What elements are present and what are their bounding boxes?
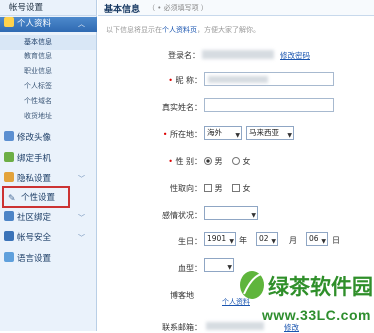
orientation-male-option[interactable]: 男 — [204, 183, 223, 194]
gender-male-text: 男 — [214, 157, 223, 166]
contact-email-value — [206, 322, 264, 330]
language-icon — [4, 252, 14, 262]
privacy-icon — [4, 172, 14, 182]
checkbox-icon[interactable] — [232, 184, 240, 192]
sidebar-subitem-career[interactable]: 职业信息 — [0, 64, 52, 79]
dropdown-arrow-icon: ▼ — [227, 264, 232, 271]
blog-label: 博客地 — [170, 291, 194, 300]
orientation-female-option[interactable]: 女 — [232, 183, 251, 194]
chevron-down-icon: ﹀ — [78, 234, 85, 242]
sidebar-title: 帐号设置 — [0, 0, 97, 16]
orientation-label: 性取向： — [170, 184, 202, 193]
gender-label-text: 性 别： — [175, 157, 202, 166]
sidebar-item-phone[interactable]: 绑定手机 — [0, 152, 97, 167]
info-prefix: 以下信息将显示在 — [106, 26, 162, 34]
relationship-label: 感情状况： — [162, 211, 202, 220]
contact-change-link[interactable]: 修改 — [284, 322, 299, 333]
gender-label: • 性 别： — [140, 156, 202, 167]
phone-icon — [4, 152, 14, 162]
dropdown-arrow-icon: ▼ — [287, 132, 292, 139]
region-value: 马来西亚 — [249, 128, 279, 137]
chevron-up-icon: ︿ — [78, 20, 85, 28]
watermark-site: www.33LC.com — [262, 307, 371, 323]
change-password-link[interactable]: 修改密码 — [280, 50, 310, 61]
nickname-value — [208, 76, 268, 83]
chevron-down-icon: ﹀ — [78, 214, 85, 222]
gender-female-option[interactable]: 女 — [232, 156, 251, 167]
nickname-label: • 昵 称： — [140, 75, 202, 86]
info-line: 以下信息将显示在个人资料页，方便大家了解你。 — [106, 25, 260, 35]
highlight-box — [2, 186, 70, 208]
month-unit: 月 — [289, 236, 297, 245]
profile-page-link[interactable]: 个人资料页 — [162, 26, 197, 34]
sidebar-item-security[interactable]: 帐号安全 ﹀ — [0, 231, 97, 246]
country-value: 海外 — [207, 128, 222, 137]
sidebar-subitem-basic[interactable]: 基本信息 — [0, 35, 96, 50]
dropdown-arrow-icon: ▼ — [271, 238, 276, 245]
chevron-down-icon: ﹀ — [78, 175, 85, 183]
location-label: • 所在地： — [140, 129, 202, 140]
watermark-logo-text: 绿茶软件园 — [268, 275, 372, 299]
community-icon — [4, 211, 14, 221]
birth-year-value: 1901 — [207, 234, 227, 243]
dropdown-arrow-icon: ▼ — [321, 238, 326, 245]
profile-icon — [4, 17, 14, 27]
dropdown-arrow-icon: ▼ — [229, 238, 234, 245]
sidebar-item-community[interactable]: 社区绑定 ﹀ — [0, 211, 97, 226]
dropdown-arrow-icon: ▼ — [251, 212, 256, 219]
year-unit: 年 — [239, 236, 247, 245]
blood-select[interactable]: ▼ — [204, 258, 234, 272]
sidebar-item-profile[interactable]: 个人资料 ︿ — [0, 17, 97, 32]
sidebar-subitem-domain[interactable]: 个性域名 — [0, 94, 52, 109]
gender-male-option[interactable]: 男 — [204, 156, 223, 167]
birth-month-select[interactable]: 02 ▼ — [256, 232, 278, 246]
orientation-male-text: 男 — [214, 184, 223, 193]
realname-input[interactable] — [204, 98, 334, 112]
day-unit: 日 — [332, 236, 340, 245]
radio-icon[interactable] — [232, 157, 240, 165]
birth-day-select[interactable]: 06 ▼ — [306, 232, 328, 246]
dropdown-arrow-icon: ▼ — [235, 132, 240, 139]
sidebar-subitem-education[interactable]: 教育信息 — [0, 49, 52, 64]
birth-year-select[interactable]: 1901 ▼ — [204, 232, 236, 246]
watermark-logo: 绿茶软件园 — [238, 268, 373, 302]
avatar-icon — [4, 131, 14, 141]
gender-female-text: 女 — [242, 157, 251, 166]
realname-label: 真实姓名： — [162, 103, 202, 112]
country-select[interactable]: 海外 ▼ — [204, 126, 242, 140]
info-suffix: ，方便大家了解你。 — [197, 26, 260, 34]
required-note: （ • 必须填写项 ） — [148, 4, 208, 12]
required-mark: • — [162, 130, 170, 139]
sidebar-item-language[interactable]: 语言设置 — [0, 252, 97, 267]
orientation-female-text: 女 — [242, 184, 251, 193]
watermark-leaf-icon: 绿茶软件园 — [240, 271, 373, 299]
login-label: 登录名： — [168, 51, 200, 60]
security-icon — [4, 231, 14, 241]
location-label-text: 所在地： — [170, 130, 202, 139]
birth-month-value: 02 — [259, 234, 269, 243]
checkbox-icon[interactable] — [204, 184, 212, 192]
sidebar-item-privacy[interactable]: 隐私设置 ﹀ — [0, 172, 97, 187]
page-title: 基本信息 — [104, 5, 141, 15]
birthday-label: 生日： — [178, 237, 202, 246]
blood-label: 血型： — [178, 264, 202, 273]
contact-label: 联系邮箱： — [162, 323, 202, 332]
login-name-value — [202, 50, 274, 59]
radio-checked-icon[interactable] — [204, 157, 212, 165]
birth-day-value: 06 — [309, 234, 319, 243]
region-select[interactable]: 马来西亚 ▼ — [246, 126, 294, 140]
sidebar-item-avatar[interactable]: 修改头像 — [0, 131, 97, 146]
nickname-label-text: 昵 称： — [175, 76, 202, 85]
relationship-select[interactable]: ▼ — [204, 206, 258, 220]
sidebar-subitem-tags[interactable]: 个人标签 — [0, 79, 52, 94]
sidebar-subitem-address[interactable]: 收货地址 — [0, 109, 52, 124]
nickname-input[interactable] — [204, 72, 334, 86]
